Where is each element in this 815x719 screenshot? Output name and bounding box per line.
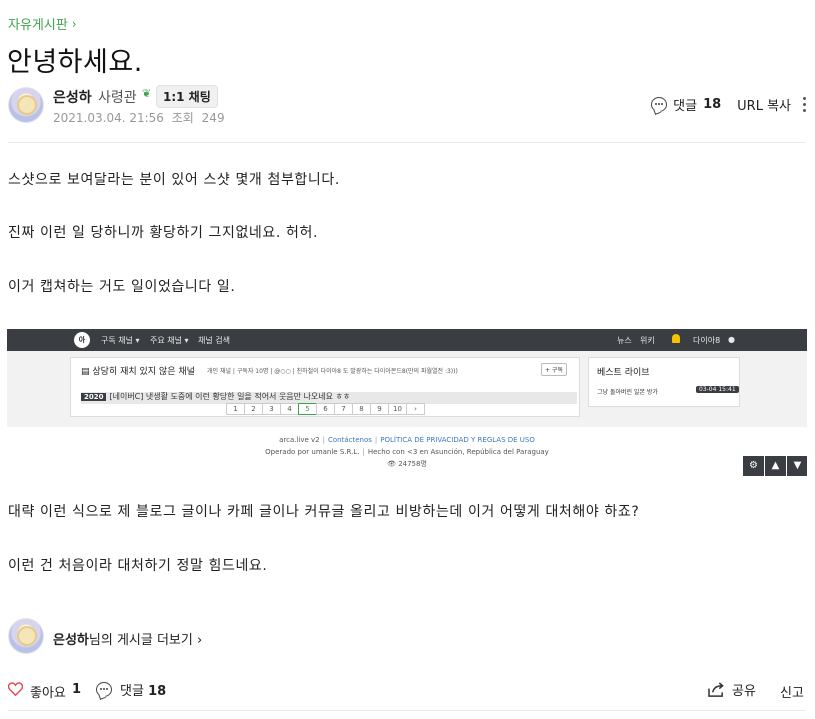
comment-count: 18 <box>703 97 722 112</box>
channel-meta: 개인 채널 | 구독자 10명 | @○○ | 친하철이 다이아8 도 발광하는… <box>207 368 458 375</box>
body-paragraph: 진짜 이런 일 당하니까 황당하기 그지없네요. 허허. <box>8 225 319 241</box>
avatar[interactable] <box>8 87 44 123</box>
avatar[interactable] <box>8 618 44 654</box>
channel-title: ▤ 상당히 재치 있지 않은 채널 <box>81 367 195 377</box>
comment-icon <box>651 97 668 112</box>
comment-link[interactable]: 댓글 <box>651 95 697 114</box>
pagination: 1 2 3 4 5 6 7 8 9 10 › <box>226 403 425 415</box>
sprout-icon: ❦ <box>142 87 152 100</box>
comment-button[interactable]: 댓글 18 <box>96 680 166 699</box>
page-number: 2 <box>244 403 263 415</box>
channel-title-text: 상당히 재치 있지 않은 채널 <box>92 367 195 377</box>
author-name[interactable]: 은성하 <box>53 87 92 107</box>
body-paragraph: 스샷으로 보여달라는 분이 있어 스샷 몇개 첨부합니다. <box>8 172 340 188</box>
footer-link: POLÍTICA DE PRIVACIDAD Y REGLAS DE USO <box>380 436 535 444</box>
best-live-card: 베스트 라이브 그냥 돌아버린 일본 방가 03-04 15:41 <box>588 357 740 407</box>
report-button[interactable]: 신고 <box>780 682 804 701</box>
best-date: 03-04 15:41 <box>696 386 739 393</box>
footer-text: Operado por umanle S.R.L. <box>265 448 360 456</box>
more-posts-suffix: 님의 게시글 더보기 › <box>88 633 203 648</box>
gear-icon: ⚙ <box>743 456 764 476</box>
post-meta: 2021.03.04. 21:56 조회 249 <box>53 109 225 126</box>
screenshot-navbar: 아 구독 채널 ▾ 주요 채널 ▾ 채널 검색 뉴스 위키 다이아8 ● <box>7 329 807 351</box>
comment-label: 댓글 <box>673 99 698 114</box>
site-logo: 아 <box>74 332 90 348</box>
views-label: 조회 <box>171 111 194 125</box>
body-paragraph: 대략 이런 식으로 제 블로그 글이나 카페 글이나 커뮤글 올리고 비방하는데… <box>8 504 640 520</box>
best-title: 베스트 라이브 <box>597 368 650 378</box>
page-number: 7 <box>334 403 353 415</box>
best-item: 그냥 돌아버린 일본 방가 <box>597 389 658 396</box>
author-rank: 사령관 <box>98 90 137 106</box>
footer-link: Contáctenos <box>328 436 372 444</box>
views-count: 249 <box>201 111 225 125</box>
url-copy-button[interactable]: URL 복사 <box>737 95 791 114</box>
page-number: 8 <box>352 403 371 415</box>
page-number: 1 <box>226 403 245 415</box>
arrow-up-icon: ▲ <box>765 456 786 476</box>
page-title: 안녕하세요. <box>7 47 143 78</box>
nav-user: 다이아8 <box>693 336 721 345</box>
more-posts-author: 은성하 <box>53 633 89 648</box>
bell-icon <box>672 334 680 343</box>
post-badge: 2020 <box>81 393 107 401</box>
post-actions: 댓글 18 URL 복사 <box>651 95 807 114</box>
post-date: 2021.03.04. 21:56 <box>53 111 164 125</box>
like-label[interactable]: 좋아요 <box>30 682 66 701</box>
chevron-right-icon: › <box>71 16 77 31</box>
body-paragraph: 이런 건 처음이라 대처하기 정말 힘드네요. <box>8 558 268 574</box>
share-button[interactable]: 공유 <box>708 680 756 699</box>
page-number: 6 <box>316 403 335 415</box>
divider <box>8 710 806 711</box>
page-number: › <box>406 403 425 415</box>
comment-icon <box>96 682 112 697</box>
bottom-action-bar: 좋아요 1 댓글 18 공유 신고 <box>8 679 806 701</box>
more-options-icon[interactable] <box>803 97 807 112</box>
page-number: 3 <box>262 403 281 415</box>
screenshot-tools: ⚙ ▲ ▼ <box>742 456 807 476</box>
page-number: 5 <box>298 403 317 415</box>
post-row: 2020 [네이버C] 냇생활 도중에 이런 황당한 일을 적어서 웃음만 나오네… <box>81 391 350 402</box>
share-icon <box>708 682 724 697</box>
nav-item: 뉴스 <box>617 336 632 345</box>
footer-visitors: 👁 24758명 <box>387 460 427 468</box>
more-posts-link[interactable]: 은성하님의 게시글 더보기 › <box>53 629 202 648</box>
nav-item: 주요 채널 ▾ <box>150 336 189 345</box>
page-number: 10 <box>388 403 407 415</box>
nav-item: 위키 <box>640 336 655 345</box>
user-icon: ● <box>728 335 735 344</box>
divider <box>8 142 806 143</box>
breadcrumb[interactable]: 자유게시판 › <box>8 14 77 34</box>
body-paragraph: 이거 캡쳐하는 거도 일이었습니다 일. <box>8 279 236 295</box>
chat-button[interactable]: 1:1 채팅 <box>156 85 218 108</box>
heart-icon[interactable] <box>8 682 23 696</box>
subscribe-button: + 구독 <box>541 363 567 376</box>
post-row-text: [네이버C] 냇생활 도중에 이런 황당한 일을 적어서 웃음만 나오네요 ㅎㅎ <box>109 392 351 401</box>
share-label: 공유 <box>732 684 756 699</box>
more-posts[interactable]: 은성하님의 게시글 더보기 › <box>8 618 408 654</box>
comment-count: 18 <box>148 684 167 699</box>
arrow-down-icon: ▼ <box>787 456 807 476</box>
nav-item: 채널 검색 <box>198 336 230 345</box>
attached-screenshot[interactable]: 아 구독 채널 ▾ 주요 채널 ▾ 채널 검색 뉴스 위키 다이아8 ● ▤ 상… <box>7 329 807 478</box>
page-number: 9 <box>370 403 389 415</box>
screenshot-footer: arca.live v2 | Contáctenos | POLÍTICA DE PRI… <box>265 436 549 468</box>
like-count: 1 <box>72 682 82 697</box>
comment-label: 댓글 <box>120 684 144 699</box>
breadcrumb-board[interactable]: 자유게시판 <box>8 14 68 33</box>
footer-text: Hecho con <3 en Asunción, República del … <box>367 448 549 456</box>
nav-item: 구독 채널 ▾ <box>101 336 140 345</box>
channel-card: ▤ 상당히 재치 있지 않은 채널 개인 채널 | 구독자 10명 | @○○ … <box>70 357 580 417</box>
footer-text: arca.live v2 <box>279 436 320 444</box>
page-number: 4 <box>280 403 299 415</box>
